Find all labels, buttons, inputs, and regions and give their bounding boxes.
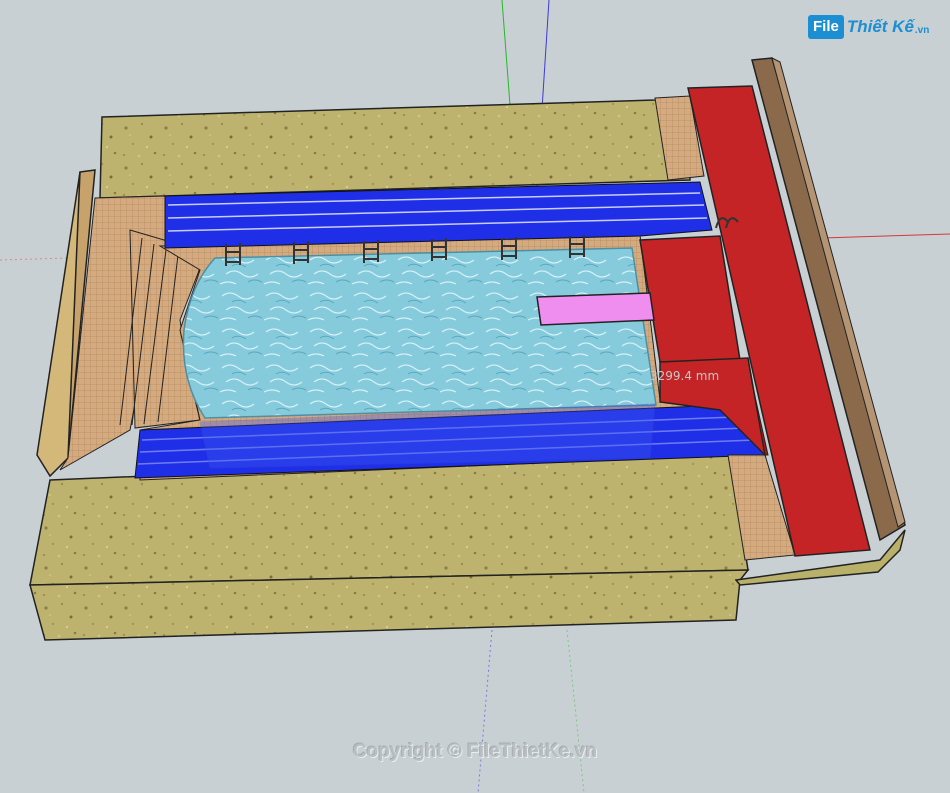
logo-thietke-text: Thiết Kế [846, 17, 914, 36]
logo-file-box: File [808, 15, 844, 39]
slab-top-back [99, 96, 691, 199]
axis-red-line [821, 233, 950, 239]
red-platform-cross [639, 235, 741, 363]
axis-green-dotted-line [566, 629, 585, 793]
logo-tld: .vn [914, 24, 930, 36]
filethietke-logo: File Thiết Kế .vn [808, 12, 929, 42]
copyright-watermark: Copyright © FileThietKe.vn [352, 741, 598, 762]
pool-3d-model[interactable] [0, 0, 950, 793]
pool-water [182, 247, 657, 419]
axis-blue-dotted-line [477, 629, 493, 793]
diving-board [536, 292, 655, 326]
axis-green-line [501, 0, 511, 106]
axis-red-dotted-line [0, 257, 71, 261]
dimension-label: 3299.4 mm [650, 369, 720, 383]
sketchup-viewport[interactable]: File Thiết Kế .vn 3299.4 mm Copyright © … [0, 0, 950, 793]
